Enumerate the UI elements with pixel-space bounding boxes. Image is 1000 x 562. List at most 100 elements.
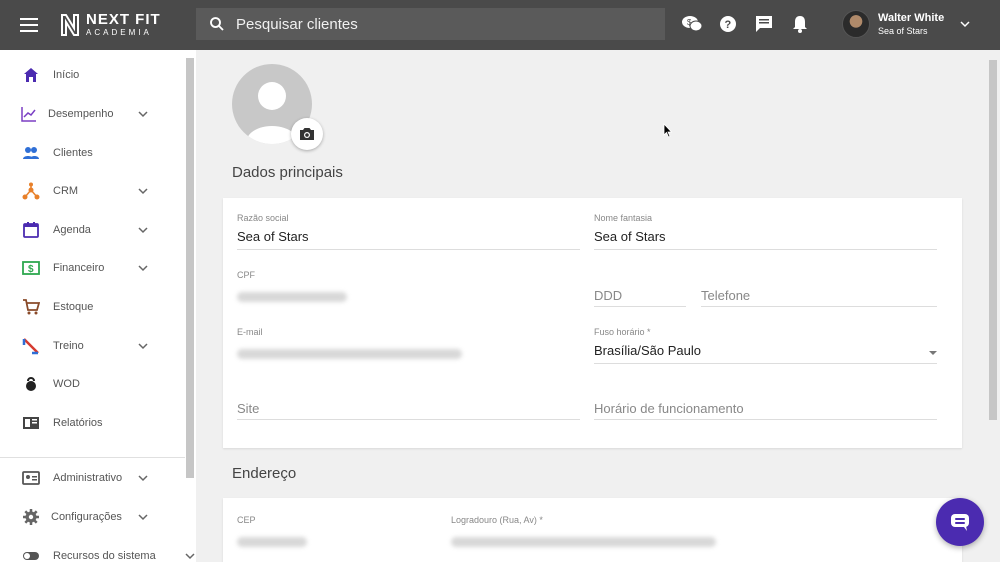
telefone-placeholder: Telefone: [701, 288, 751, 303]
people-icon: [23, 147, 39, 159]
sidebar-item-treino[interactable]: Treino: [0, 328, 185, 364]
razao-social-field[interactable]: Razão social Sea of Stars: [237, 213, 580, 250]
user-org: Sea of Stars: [878, 26, 928, 36]
calendar-icon: [23, 222, 39, 238]
sidebar-item-label: Configurações: [51, 511, 122, 523]
site-field[interactable]: Site: [237, 401, 580, 420]
sidebar-item-label: Recursos do sistema: [53, 550, 156, 562]
chevron-down-icon: [138, 265, 148, 272]
chevron-down-icon: [138, 111, 148, 118]
chevron-down-icon: [138, 343, 148, 350]
chat-support-button[interactable]: [936, 498, 984, 546]
email-label: E-mail: [237, 327, 263, 337]
horario-funcionamento-field[interactable]: Horário de funcionamento: [594, 401, 937, 420]
next-fit-logo-icon: [61, 13, 79, 36]
sidebar-item-relatorios[interactable]: Relatórios: [0, 405, 185, 441]
cart-icon: [23, 299, 40, 315]
avatar: [842, 10, 870, 38]
logo[interactable]: NEXT FIT ACADEMIA: [60, 12, 161, 37]
cep-label: CEP: [237, 515, 256, 525]
sidebar-item-label: Administrativo: [53, 472, 123, 484]
sidebar-divider: [0, 457, 185, 458]
chevron-down-icon: [138, 188, 148, 195]
search-input[interactable]: [236, 15, 636, 33]
id-card-icon: [22, 471, 40, 485]
search-bar[interactable]: [196, 8, 665, 40]
sidebar-item-agenda[interactable]: Agenda: [0, 212, 185, 248]
main-scrollbar[interactable]: [989, 60, 997, 420]
logradouro-field[interactable]: Logradouro (Rua, Av) *: [451, 515, 937, 552]
cpf-value-redacted: [237, 292, 347, 302]
sidebar-scrollbar[interactable]: [186, 58, 194, 478]
search-icon: [210, 17, 224, 31]
sidebar-item-clientes[interactable]: Clientes: [0, 135, 185, 171]
section-title-main: Dados principais: [232, 164, 343, 181]
section-title-address: Endereço: [232, 465, 297, 482]
sidebar-item-financeiro[interactable]: $ Financeiro: [0, 250, 185, 286]
sidebar-item-configuracoes[interactable]: Configurações: [0, 499, 185, 535]
sidebar-item-administrativo[interactable]: Administrativo: [0, 460, 185, 496]
toggle-icon: [23, 552, 39, 560]
message-icon[interactable]: [752, 12, 776, 36]
logradouro-label: Logradouro (Rua, Av) *: [451, 515, 543, 525]
cpf-label: CPF: [237, 270, 255, 280]
razao-social-label: Razão social: [237, 213, 289, 223]
help-icon[interactable]: ?: [716, 12, 740, 36]
svg-text:?: ?: [725, 19, 732, 31]
sidebar-item-label: Desempenho: [48, 108, 114, 120]
fuso-horario-value[interactable]: Brasília/São Paulo: [594, 343, 937, 363]
sidebar-item-label: Início: [53, 69, 80, 81]
sidebar-item-inicio[interactable]: Início: [0, 57, 185, 93]
chevron-down-icon: [185, 553, 195, 560]
user-menu[interactable]: Walter White Sea of Stars: [842, 10, 972, 38]
dropdown-arrow-icon: [929, 351, 937, 355]
email-field[interactable]: E-mail: [237, 327, 580, 364]
report-icon: [23, 417, 39, 429]
sidebar-item-recursos[interactable]: Recursos do sistema: [0, 538, 195, 562]
chevron-down-icon: [138, 227, 148, 234]
sidebar-item-crm[interactable]: CRM: [0, 173, 185, 209]
sidebar-item-label: Treino: [53, 340, 84, 352]
ddd-placeholder: DDD: [594, 288, 623, 303]
camera-button[interactable]: [291, 118, 323, 150]
cep-value-redacted: [237, 537, 307, 547]
ddd-field[interactable]: DDD: [594, 288, 686, 307]
fuso-horario-label: Fuso horário *: [594, 327, 651, 337]
horario-placeholder: Horário de funcionamento: [594, 401, 744, 416]
money-icon: $: [22, 261, 40, 275]
sidebar-item-label: Relatórios: [53, 417, 103, 429]
cep-field[interactable]: CEP: [237, 515, 437, 552]
kettlebell-icon: [26, 377, 36, 391]
treino-icon: [22, 338, 39, 355]
gear-icon: [23, 509, 39, 525]
fuso-horario-select[interactable]: Fuso horário * Brasília/São Paulo: [594, 327, 937, 364]
mouse-cursor-icon: [663, 123, 673, 138]
bell-icon[interactable]: [788, 12, 812, 36]
chevron-down-icon: [138, 514, 148, 521]
sidebar-item-estoque[interactable]: Estoque: [0, 289, 185, 325]
sidebar-item-label: Financeiro: [53, 262, 105, 274]
chat-money-icon[interactable]: $: [680, 12, 704, 36]
chart-line-icon: [21, 107, 36, 122]
menu-icon[interactable]: [20, 14, 44, 36]
nome-fantasia-field[interactable]: Nome fantasia Sea of Stars: [594, 213, 937, 250]
top-bar: NEXT FIT ACADEMIA $ ? Walter White Sea o…: [0, 0, 1000, 50]
camera-icon: [300, 128, 314, 140]
sidebar-item-label: WOD: [53, 378, 80, 390]
address-card: CEP Logradouro (Rua, Av) *: [223, 498, 962, 562]
sidebar: Início Desempenho Clientes CRM Agenda $ …: [0, 50, 196, 562]
telefone-field[interactable]: Telefone: [701, 288, 937, 307]
crm-icon: [22, 182, 40, 200]
chevron-down-icon: [138, 475, 148, 482]
cpf-field[interactable]: CPF: [237, 270, 580, 307]
razao-social-value[interactable]: Sea of Stars: [237, 229, 580, 249]
user-name: Walter White: [878, 12, 945, 24]
sidebar-item-label: Agenda: [53, 224, 91, 236]
nome-fantasia-value[interactable]: Sea of Stars: [594, 229, 937, 249]
nome-fantasia-label: Nome fantasia: [594, 213, 653, 223]
sidebar-item-wod[interactable]: WOD: [0, 366, 185, 402]
home-icon: [24, 68, 38, 82]
sidebar-item-label: Clientes: [53, 147, 93, 159]
sidebar-item-desempenho[interactable]: Desempenho: [0, 96, 185, 132]
site-placeholder: Site: [237, 401, 260, 416]
